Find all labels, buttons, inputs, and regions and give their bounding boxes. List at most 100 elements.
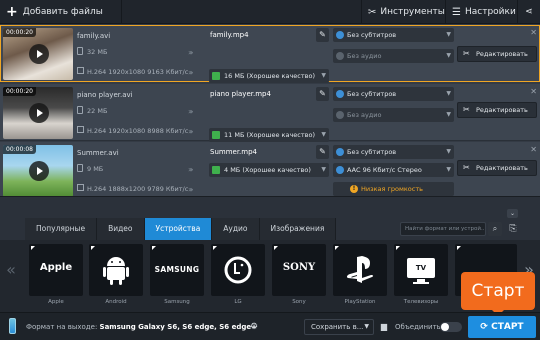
audio-select[interactable]: Без аудио ▼ — [333, 108, 454, 122]
video-info-icon — [77, 126, 84, 133]
play-icon[interactable] — [29, 103, 49, 123]
scroll-left-icon[interactable]: « — [0, 240, 22, 312]
rename-pencil-icon[interactable]: ✎ — [316, 145, 329, 159]
audio-select[interactable]: AAC 96 Кбит/с Стерео ▼ — [333, 163, 454, 177]
output-format: Формат на выходе: Samsung Galaxy S6, S6 … — [26, 323, 257, 331]
subtitles-icon — [336, 90, 344, 98]
gear-icon[interactable]: ⚙ — [247, 320, 261, 334]
settings-button[interactable]: ☰ Настройки — [445, 0, 516, 24]
search-icon[interactable]: ⌕ — [488, 222, 502, 236]
duration-badge: 00:00:20 — [3, 28, 36, 37]
chevron-down-icon: ▼ — [446, 90, 451, 97]
video-thumbnail[interactable]: 00:00:20 — [3, 28, 73, 80]
device-label: Android — [105, 299, 127, 305]
video-info-icon — [77, 67, 84, 74]
source-size: 32 МБ — [87, 48, 108, 56]
duration-badge: 00:00:08 — [3, 145, 36, 154]
rename-pencil-icon[interactable]: ✎ — [316, 87, 329, 101]
start-button[interactable]: ⟳ СТАРТ — [468, 316, 536, 338]
tab-images[interactable]: Изображения — [259, 218, 337, 240]
tools-icon: ✂ — [368, 6, 377, 18]
subtitles-icon — [336, 148, 344, 156]
device-sony[interactable]: SONY Sony — [272, 244, 326, 310]
file-row-family[interactable]: 00:00:20 family.avi 32 МБ H.264 1920x108… — [0, 25, 540, 83]
output-quality-select[interactable]: 16 МБ (Хорошее качество) ▼ — [209, 69, 329, 83]
subtitles-value: Без субтитров — [347, 148, 397, 156]
settings-label: Настройки — [464, 7, 516, 17]
merge-toggle[interactable] — [440, 322, 462, 332]
warning-label: Низкая громкость — [361, 185, 423, 193]
edit-label: Редактировать — [476, 164, 528, 172]
video-thumbnail[interactable]: 00:00:08 — [3, 145, 73, 197]
output-filename[interactable]: Summer.mp4 — [209, 145, 329, 159]
play-icon[interactable] — [29, 161, 49, 181]
duration-badge: 00:00:20 — [3, 87, 36, 96]
device-label: PlayStation — [344, 299, 376, 305]
file-row-piano-player[interactable]: 00:00:20 piano player.avi 22 МБ H.264 19… — [0, 84, 540, 142]
edit-label: Редактировать — [476, 50, 528, 58]
share-button[interactable]: ⋖ — [517, 0, 540, 24]
chevron-down-icon: ▼ — [446, 111, 451, 118]
output-format-value[interactable]: Samsung Galaxy S6, S6 edge, S6 edge+ — [100, 323, 257, 331]
audio-select[interactable]: Без аудио ▼ — [333, 49, 454, 63]
subtitles-select[interactable]: Без субтитров ▼ — [333, 145, 454, 159]
collapse-panel-icon[interactable]: ⌄ — [507, 209, 518, 218]
subtitles-select[interactable]: Без субтитров ▼ — [333, 87, 454, 101]
output-filename[interactable]: family.mp4 — [209, 28, 329, 42]
edit-button[interactable]: ✂ Редактировать — [457, 46, 537, 62]
rename-pencil-icon[interactable]: ✎ — [316, 28, 329, 42]
source-filename: family.avi — [77, 32, 111, 40]
tab-popular[interactable]: Популярные — [25, 218, 98, 240]
device-tile: SAMSUNG — [150, 244, 204, 296]
low-volume-warning[interactable]: ! Низкая громкость — [333, 182, 454, 196]
subtitles-select[interactable]: Без субтитров ▼ — [333, 28, 454, 42]
close-icon[interactable]: ✕ — [530, 28, 537, 37]
format-search-input[interactable]: Найти формат или устрой... — [400, 222, 486, 236]
samsung-logo: SAMSUNG — [154, 265, 200, 274]
save-to-select[interactable]: Сохранить в... ▼ — [304, 319, 374, 335]
tab-audio[interactable]: Аудио — [212, 218, 260, 240]
plus-icon: + — [6, 4, 18, 20]
menu-icon: ☰ — [452, 6, 461, 18]
add-files-button[interactable]: + Добавить файлы — [0, 0, 122, 24]
close-icon[interactable]: ✕ — [530, 145, 537, 154]
subtitles-value: Без субтитров — [347, 31, 397, 39]
device-lg[interactable]: LG — [211, 244, 265, 310]
device-tile — [89, 244, 143, 296]
device-tv[interactable]: TV Телевизоры — [394, 244, 448, 310]
output-filename[interactable]: piano player.mp4 — [209, 87, 329, 101]
format-tabs: Популярные Видео Устройства Аудио Изобра… — [25, 218, 337, 240]
source-filename: Summer.avi — [77, 149, 119, 157]
quality-icon — [212, 131, 220, 139]
device-playstation[interactable]: PlayStation — [333, 244, 387, 310]
device-samsung[interactable]: SAMSUNG Samsung — [150, 244, 204, 310]
close-icon[interactable]: ✕ — [530, 87, 537, 96]
output-quality-select[interactable]: 4 МБ (Хорошее качество) ▼ — [209, 163, 329, 177]
play-icon[interactable] — [29, 44, 49, 64]
source-info: H.264 1920x1080 8988 Кбит/с — [87, 127, 189, 135]
tab-video[interactable]: Видео — [97, 218, 145, 240]
edit-button[interactable]: ✂ Редактировать — [457, 102, 537, 118]
quality-icon — [212, 166, 220, 174]
device-android[interactable]: Android — [89, 244, 143, 310]
file-row-summer[interactable]: 00:00:08 Summer.avi 9 МБ H.264 1888x1200… — [0, 142, 540, 201]
file-list: 00:00:20 family.avi 32 МБ H.264 1920x108… — [0, 24, 540, 201]
tools-button[interactable]: ✂ Инструменты — [361, 0, 445, 24]
convert-arrow-icon: ››› — [188, 127, 193, 136]
edit-button[interactable]: ✂ Редактировать — [457, 160, 537, 176]
folder-icon[interactable]: ▆ — [377, 320, 391, 334]
chevron-down-icon: ▼ — [321, 72, 326, 79]
device-detect-icon[interactable]: ⎘ — [506, 222, 520, 236]
device-tile — [211, 244, 265, 296]
device-apple[interactable]: Apple Apple — [29, 244, 83, 310]
audio-icon — [336, 52, 344, 60]
chevron-down-icon: ▼ — [446, 52, 451, 59]
lg-logo-icon — [224, 256, 252, 284]
tools-label: Инструменты — [380, 7, 445, 17]
output-quality-value: 11 МБ (Хорошее качество) — [224, 131, 316, 139]
output-quality-select[interactable]: 11 МБ (Хорошее качество) ▼ — [209, 128, 329, 142]
source-filename: piano player.avi — [77, 91, 133, 99]
refresh-icon: ⟳ — [480, 322, 488, 332]
video-thumbnail[interactable]: 00:00:20 — [3, 87, 73, 139]
tab-devices[interactable]: Устройства — [144, 218, 213, 240]
